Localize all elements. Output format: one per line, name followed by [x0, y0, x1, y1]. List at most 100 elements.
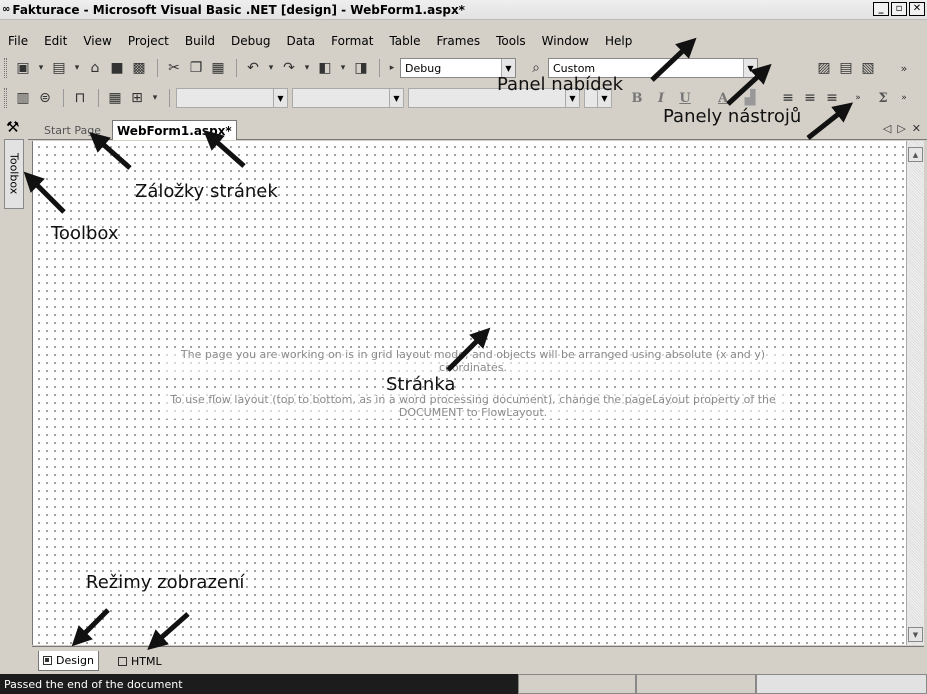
tab-navigation: ◁ ▷ ✕ [883, 122, 921, 135]
menu-view[interactable]: View [83, 34, 111, 48]
grid-layout-icon[interactable]: ▦ [105, 88, 125, 108]
menu-tools[interactable]: Tools [496, 34, 526, 48]
bold-button[interactable]: B [628, 88, 646, 108]
scroll-left-icon[interactable]: ◁ [883, 122, 891, 135]
toolbar-separator [157, 59, 158, 77]
show-grid-icon[interactable]: ▥ [13, 88, 33, 108]
menu-format[interactable]: Format [331, 34, 373, 48]
menu-bar: File Edit View Project Build Debug Data … [0, 30, 648, 52]
toolbar-grip[interactable] [4, 88, 7, 108]
solution-explorer-icon[interactable]: ▨ [814, 58, 834, 78]
menu-edit[interactable]: Edit [44, 34, 67, 48]
font-name-combo[interactable]: ▼ [292, 88, 404, 108]
align-left-icon[interactable]: ≡ [778, 88, 798, 108]
undo-icon[interactable]: ↶ [243, 58, 263, 78]
toolbar-grip[interactable] [4, 58, 7, 78]
underline-button[interactable]: U [676, 88, 694, 108]
flow-layout-hint: To use flow layout (top to bottom, as in… [160, 393, 786, 419]
annotation-toolbars: Panely nástrojů [663, 106, 802, 127]
toolbox-tab[interactable]: Toolbox [4, 139, 24, 209]
scroll-right-icon[interactable]: ▷ [897, 122, 905, 135]
chevron-down-icon[interactable]: ▾ [265, 58, 277, 78]
tab-start-page[interactable]: Start Page [40, 120, 105, 140]
close-tab-icon[interactable]: ✕ [912, 122, 921, 135]
new-project-icon[interactable]: ▣ [13, 58, 33, 78]
position-icon[interactable]: ⊞ [127, 88, 147, 108]
sigma-icon[interactable]: Σ [874, 88, 892, 108]
annotation-menu-panel: Panel nabídek [497, 74, 624, 95]
cut-icon[interactable]: ✂ [164, 58, 184, 78]
minimize-button[interactable]: _ [873, 2, 889, 16]
chevron-down-icon[interactable]: ▼ [389, 89, 403, 107]
start-icon[interactable]: ▸ [386, 58, 398, 78]
navigate-back-icon[interactable]: ◧ [315, 58, 335, 78]
block-format-combo[interactable]: ▼ [176, 88, 288, 108]
align-right-icon[interactable]: ≡ [822, 88, 842, 108]
html-view-label: HTML [131, 654, 162, 668]
annotation-page: Stránka [386, 374, 456, 395]
toolbar-separator [63, 89, 64, 107]
copy-icon[interactable]: ❐ [186, 58, 206, 78]
annotation-toolbox: Toolbox [51, 223, 119, 244]
snap-to-grid-icon[interactable]: ⊜ [35, 88, 55, 108]
scroll-down-icon[interactable]: ▼ [908, 627, 923, 642]
highlight-icon[interactable]: ▟ [738, 88, 762, 108]
menu-debug[interactable]: Debug [231, 34, 270, 48]
chevron-down-icon[interactable]: ▾ [301, 58, 313, 78]
toolbox-window-icon[interactable]: ▧ [858, 58, 878, 78]
view-mode-bar: Design HTML [32, 646, 924, 672]
save-icon[interactable]: ■ [107, 58, 127, 78]
foreground-color-icon[interactable]: A [714, 88, 732, 108]
chevron-down-icon[interactable]: ▾ [337, 58, 349, 78]
menu-frames[interactable]: Frames [436, 34, 480, 48]
chevron-down-icon[interactable]: ▼ [273, 89, 287, 107]
toolbar-separator [379, 59, 380, 77]
maximize-button[interactable]: ▫ [891, 2, 907, 16]
status-bar: Passed the end of the document [0, 674, 927, 694]
menu-window[interactable]: Window [542, 34, 589, 48]
scroll-up-icon[interactable]: ▲ [908, 147, 923, 162]
overflow-icon[interactable]: » [894, 58, 914, 78]
vertical-scrollbar[interactable]: ▲ ▼ [906, 141, 924, 645]
status-panel [518, 674, 636, 694]
menu-file[interactable]: File [8, 34, 28, 48]
hammer-icon[interactable]: ⚒ [6, 118, 19, 136]
window-controls: _ ▫ ✕ [873, 2, 925, 16]
lock-icon[interactable]: ⊓ [70, 88, 90, 108]
open-file-icon[interactable]: ⌂ [85, 58, 105, 78]
html-view-tab[interactable]: HTML [114, 651, 166, 671]
paste-icon[interactable]: ▦ [208, 58, 228, 78]
overflow-icon[interactable]: » [852, 88, 864, 108]
annotation-view-modes: Režimy zobrazení [86, 572, 245, 593]
add-item-icon[interactable]: ▤ [49, 58, 69, 78]
menu-data[interactable]: Data [286, 34, 315, 48]
menu-table[interactable]: Table [389, 34, 420, 48]
menu-build[interactable]: Build [185, 34, 215, 48]
close-button[interactable]: ✕ [909, 2, 925, 16]
redo-icon[interactable]: ↷ [279, 58, 299, 78]
app-icon: ∞ [2, 4, 10, 15]
chevron-down-icon[interactable]: ▾ [71, 58, 83, 78]
design-view-label: Design [56, 654, 94, 667]
chevron-down-icon[interactable]: ▼ [743, 59, 757, 77]
properties-icon[interactable]: ▤ [836, 58, 856, 78]
formatting-buttons: B I U [628, 88, 700, 108]
navigate-forward-icon[interactable]: ◨ [351, 58, 371, 78]
status-panel [756, 674, 927, 694]
overflow-icon[interactable]: » [898, 88, 910, 108]
italic-button[interactable]: I [652, 88, 670, 108]
align-center-icon[interactable]: ≡ [800, 88, 820, 108]
chevron-down-icon[interactable]: ▾ [149, 88, 161, 108]
status-panel [636, 674, 756, 694]
html-view-icon [118, 656, 127, 666]
tab-webform1[interactable]: WebForm1.aspx* [112, 120, 237, 140]
toolbar-separator [98, 89, 99, 107]
menu-help[interactable]: Help [605, 34, 632, 48]
menu-project[interactable]: Project [128, 34, 169, 48]
formatting-buttons-right: A ▟ ≡ ≡ ≡ » Σ » [714, 88, 912, 108]
chevron-down-icon[interactable]: ▾ [35, 58, 47, 78]
grid-layout-hint: The page you are working on is in grid l… [160, 348, 786, 374]
solution-config-value: Debug [405, 61, 442, 75]
save-all-icon[interactable]: ▩ [129, 58, 149, 78]
design-view-tab[interactable]: Design [38, 651, 99, 671]
